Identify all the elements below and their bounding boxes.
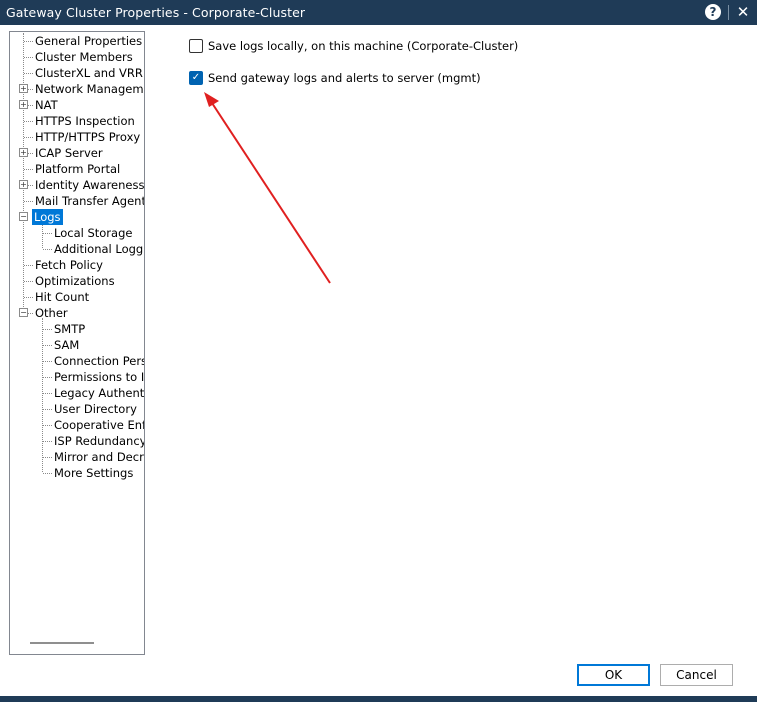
- tree-item-additional-logging[interactable]: Additional Logging: [52, 241, 144, 257]
- tree-connector: [43, 329, 52, 330]
- tree-guide-other: [42, 318, 43, 472]
- tree-connector: [24, 57, 33, 58]
- close-icon[interactable]: ✕: [733, 3, 753, 21]
- save-logs-locally-label: Save logs locally, on this machine (Corp…: [208, 39, 519, 53]
- tree-connector: [24, 41, 33, 42]
- horizontal-scrollbar[interactable]: [30, 642, 94, 644]
- tree-connector: [43, 409, 52, 410]
- tree-connector: [24, 169, 33, 170]
- tree-item-http-https-proxy[interactable]: HTTP/HTTPS Proxy: [33, 129, 142, 145]
- arrow-head: [204, 92, 219, 107]
- collapse-icon[interactable]: −: [19, 212, 28, 221]
- tree-connector: [43, 233, 52, 234]
- tree-item-identity-awareness[interactable]: Identity Awareness: [33, 177, 144, 193]
- tree-item-permissions-to-install[interactable]: Permissions to Install: [52, 369, 144, 385]
- navigation-tree: General Properties Cluster Members Clust…: [9, 31, 145, 655]
- tree-item-legacy-authentication[interactable]: Legacy Authentication: [52, 385, 144, 401]
- send-logs-to-server-checkbox[interactable]: ✓: [189, 71, 203, 85]
- tree-connector: [43, 457, 52, 458]
- tree-item-local-storage[interactable]: Local Storage: [52, 225, 134, 241]
- tree-item-connection-persistence[interactable]: Connection Persistence: [52, 353, 144, 369]
- titlebar-separator: [728, 5, 729, 20]
- tree-connector: [24, 121, 33, 122]
- tree-connector: [43, 249, 52, 250]
- tree-guide-logs: [42, 222, 43, 248]
- tree-item-cooperative-enforcement[interactable]: Cooperative Enforcement: [52, 417, 144, 433]
- tree-connector: [24, 201, 33, 202]
- tree-item-https-inspection[interactable]: HTTPS Inspection: [33, 113, 137, 129]
- tree-connector: [43, 377, 52, 378]
- tree-item-network-management[interactable]: Network Management: [33, 81, 144, 97]
- tree-item-hit-count[interactable]: Hit Count: [33, 289, 91, 305]
- send-logs-to-server-label: Send gateway logs and alerts to server (…: [208, 71, 481, 85]
- tree-item-optimizations[interactable]: Optimizations: [33, 273, 117, 289]
- expand-icon[interactable]: +: [19, 148, 28, 157]
- cancel-button[interactable]: Cancel: [660, 664, 733, 686]
- tree-connector: [24, 297, 33, 298]
- save-logs-locally-checkbox[interactable]: [189, 39, 203, 53]
- tree-item-sam[interactable]: SAM: [52, 337, 81, 353]
- tree-connector: [43, 361, 52, 362]
- send-logs-to-server-option[interactable]: ✓ Send gateway logs and alerts to server…: [189, 71, 481, 87]
- tree-item-smtp[interactable]: SMTP: [52, 321, 87, 337]
- tree-connector: [43, 473, 52, 474]
- tree-item-mail-transfer-agent[interactable]: Mail Transfer Agent: [33, 193, 144, 209]
- title-bar: Gateway Cluster Properties - Corporate-C…: [0, 0, 757, 25]
- tree-connector: [24, 137, 33, 138]
- tree-item-other[interactable]: Other: [33, 305, 70, 321]
- tree-connector: [24, 265, 33, 266]
- save-logs-locally-option[interactable]: Save logs locally, on this machine (Corp…: [189, 39, 518, 55]
- tree-item-cluster-members[interactable]: Cluster Members: [33, 49, 135, 65]
- bottom-border: [0, 696, 757, 702]
- tree-item-logs[interactable]: Logs: [32, 209, 63, 225]
- tree-item-platform-portal[interactable]: Platform Portal: [33, 161, 122, 177]
- tree-connector: [43, 441, 52, 442]
- tree-connector: [24, 281, 33, 282]
- tree-item-isp-redundancy[interactable]: ISP Redundancy: [52, 433, 144, 449]
- tree-connector: [43, 345, 52, 346]
- help-icon[interactable]: ?: [705, 4, 721, 20]
- tree-connector: [24, 73, 33, 74]
- ok-button[interactable]: OK: [577, 664, 650, 686]
- arrow-shaft: [211, 102, 331, 284]
- expand-icon[interactable]: +: [19, 100, 28, 109]
- tree-item-general-properties[interactable]: General Properties: [33, 33, 144, 49]
- collapse-icon[interactable]: −: [19, 308, 28, 317]
- tree-item-nat[interactable]: NAT: [33, 97, 60, 113]
- expand-icon[interactable]: +: [19, 180, 28, 189]
- expand-icon[interactable]: +: [19, 84, 28, 93]
- tree-item-clusterxl-vrrp[interactable]: ClusterXL and VRRP: [33, 65, 144, 81]
- tree-connector: [43, 393, 52, 394]
- properties-dialog: Gateway Cluster Properties - Corporate-C…: [0, 0, 757, 702]
- tree-item-user-directory[interactable]: User Directory: [52, 401, 139, 417]
- tree-connector: [43, 425, 52, 426]
- tree-item-fetch-policy[interactable]: Fetch Policy: [33, 257, 105, 273]
- tree-item-icap-server[interactable]: ICAP Server: [33, 145, 105, 161]
- tree-item-mirror-and-decrypt[interactable]: Mirror and Decrypt: [52, 449, 144, 465]
- tree-item-more-settings[interactable]: More Settings: [52, 465, 135, 481]
- tree-guide-root: [23, 33, 24, 313]
- window-title: Gateway Cluster Properties - Corporate-C…: [6, 5, 306, 20]
